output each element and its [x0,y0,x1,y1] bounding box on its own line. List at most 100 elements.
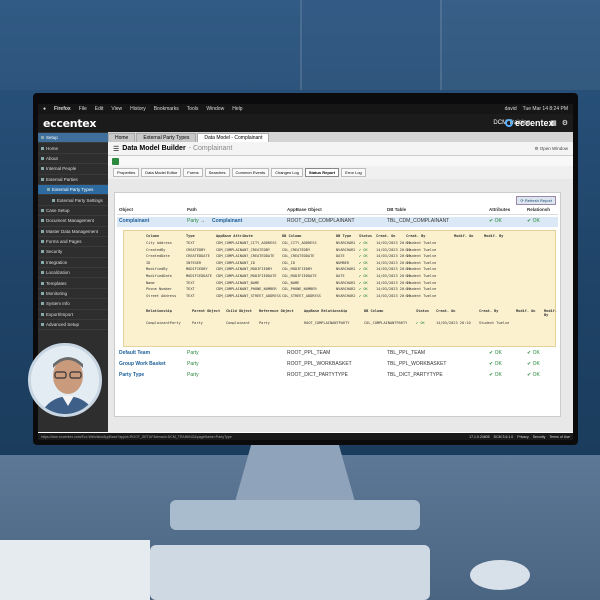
col-object[interactable]: Object [119,207,133,212]
subtab-status-report[interactable]: Status Report [304,168,340,177]
sidebar-item[interactable]: Case Setup [38,206,108,217]
menu-app[interactable]: Firefox [54,106,71,112]
attribute-cell: CreatedBy [146,247,166,252]
cell-appbase: ROOT_PPL_TEAM [287,350,331,356]
relationship-row: ComplainantParty Party Complainant Party ROO… [124,321,555,327]
sidebar-item[interactable]: Forms and Pages [38,237,108,248]
sidebar-item[interactable]: Master Data Management [38,227,108,237]
sidebar-item[interactable]: External Party Types [38,184,108,196]
sidebar-item[interactable]: Home [38,143,108,154]
subtab-forms[interactable]: Forms [183,168,203,177]
menu-help[interactable]: Help [232,106,242,112]
attribute-cell: ✔ OK [359,260,368,265]
open-window-button[interactable]: ⚙ Open Window [534,146,568,152]
attribute-cell: TEXT [186,241,195,245]
attribute-cell: Student Twelve [406,287,437,292]
menu-window[interactable]: Window [206,106,224,112]
table-row[interactable]: Default Team Party ROOT_PPL_TEAM TBL_PPL_TE… [117,349,558,359]
sidebar-item[interactable]: Internal People [38,164,108,175]
sidebar-item[interactable]: External Party Settings [38,195,108,206]
sidebar-item[interactable]: System Info [38,299,108,310]
sidebar-item[interactable]: Templates [38,278,108,289]
col-attributes[interactable]: Attributes [489,207,510,212]
subtab-common-events[interactable]: Common Events [231,168,270,177]
col-db-table[interactable]: DB Table [387,207,406,212]
sidebar-item[interactable]: Integration [38,258,108,269]
sidebar-item-label: Export/Import [46,311,74,317]
attribute-cell: CDM_COMPLAINANT_ID [216,260,255,265]
sidebar-item[interactable]: Export/Import [38,310,108,321]
relationship-col-header: Relationship [146,309,172,313]
sidebar-item[interactable]: Setup [38,133,108,144]
subtab-bar: Properties Data Model Editor Forms Searc… [108,166,573,179]
terms-link[interactable]: Terms of Use [549,435,570,439]
menu-file[interactable]: File [79,106,87,112]
page-subtitle: - Complainant [188,145,233,152]
privacy-link[interactable]: Privacy [517,435,528,439]
col-relationships[interactable]: Relationsh [527,207,550,212]
edit-button[interactable] [112,157,119,165]
tab-external-party-types[interactable]: External Party Types [136,133,197,142]
cell-object: Group Work Basket [119,361,166,367]
col-path[interactable]: Path [187,207,197,212]
sidebar-item[interactable]: About [38,154,108,165]
sidebar-item[interactable]: Document Management [38,216,108,227]
attribute-cell: CDM_COMPLAINANT_STREET_ADDRESS [216,293,281,298]
attribute-row: Phone Number TEXT CDM_COMPLAINANT_PHONE_NU… [124,287,555,293]
relationship-cell: ComplainantParty [146,321,181,325]
attribute-cell: ✔ OK [359,267,368,272]
menu-edit[interactable]: Edit [95,106,104,112]
tab-data-model[interactable]: Data Model - Complainant [197,133,270,142]
subtab-properties[interactable]: Properties [113,168,140,177]
subtab-changes-log[interactable]: Changes Log [271,168,303,177]
menu-view[interactable]: View [111,106,122,112]
security-link[interactable]: Security [533,435,546,439]
subtab-searches[interactable]: Searches [204,168,230,177]
folder-icon [41,250,44,254]
subtab-data-model-editor[interactable]: Data Model Editor [141,168,182,177]
attribute-cell: NVARCHAR2 [336,293,356,298]
attribute-cell: NVARCHAR2 [336,287,356,292]
cell-path-from: Party [187,350,199,356]
cell-rel: ✔ OK [527,218,540,224]
menu-tools[interactable]: Tools [187,106,199,112]
menu-icon[interactable]: ☰ [113,145,119,153]
attribute-cell: Student Twelve [406,241,437,245]
attribute-cell: ModifiedBy [146,267,168,272]
attribute-row: ModifiedBy MODIFIEDBY CDM_COMPLAINANT_MODI… [124,267,555,273]
sidebar-item[interactable]: Localization [38,268,108,279]
attribute-cell: ✔ OK [359,274,368,278]
relationship-col-header: Modif. By [544,309,557,317]
sidebar-item[interactable]: Advanced Setup [38,320,108,331]
attribute-cell: CDM_COMPLAINANT_CITY_ADDRESS [216,241,277,245]
subtab-error-log[interactable]: Error Log [341,168,366,177]
folder-icon [41,136,44,140]
refresh-report-button[interactable]: ⟳ Refresh Report [516,196,556,205]
attribute-cell: DATE [336,254,345,259]
keyboard [150,545,430,600]
table-row[interactable]: Complainant Party → Complainant ROOT_CDM_COM… [117,217,558,227]
table-row[interactable]: Party Type Party ROOT_DICT_PARTYTYPE TBL_DI… [117,371,558,381]
attribute-cell: INTEGER [186,260,202,265]
attribute-cell: MODIFIEDBY [186,267,208,272]
sidebar-item[interactable]: Monitoring [38,289,108,300]
menu-history[interactable]: History [130,106,146,112]
sidebar-item[interactable]: External Parties [38,175,108,185]
tab-home[interactable]: Home [108,133,136,142]
table-row[interactable]: Group Work Basket Party ROOT_PPL_WORKBASKE… [117,360,558,370]
attribute-cell: COL_ID [282,260,295,265]
sidebar-item[interactable]: Security [38,247,108,258]
relationship-cell: 14/03/2023 20:10 [436,321,471,325]
apple-icon[interactable]: ● [43,106,46,112]
sidebar-item-label: Master Data Management [46,228,99,234]
menu-bookmarks[interactable]: Bookmarks [154,106,179,112]
attribute-cell: ✔ OK [359,247,368,252]
attribute-cell: CREATEDBY [186,247,206,252]
sidebar-item-label: System Info [46,301,70,307]
attribute-cell: CDM_COMPLAINANT_CREATEDDATE [216,254,275,259]
col-appbase-object[interactable]: AppBase Object [287,207,322,212]
folder-icon [41,323,44,327]
attribute-cell: CDM_COMPLAINANT_MODIFIEDDATE [216,274,277,278]
gear-icon[interactable]: ⚙ [562,119,568,127]
presenter-avatar [28,343,102,417]
